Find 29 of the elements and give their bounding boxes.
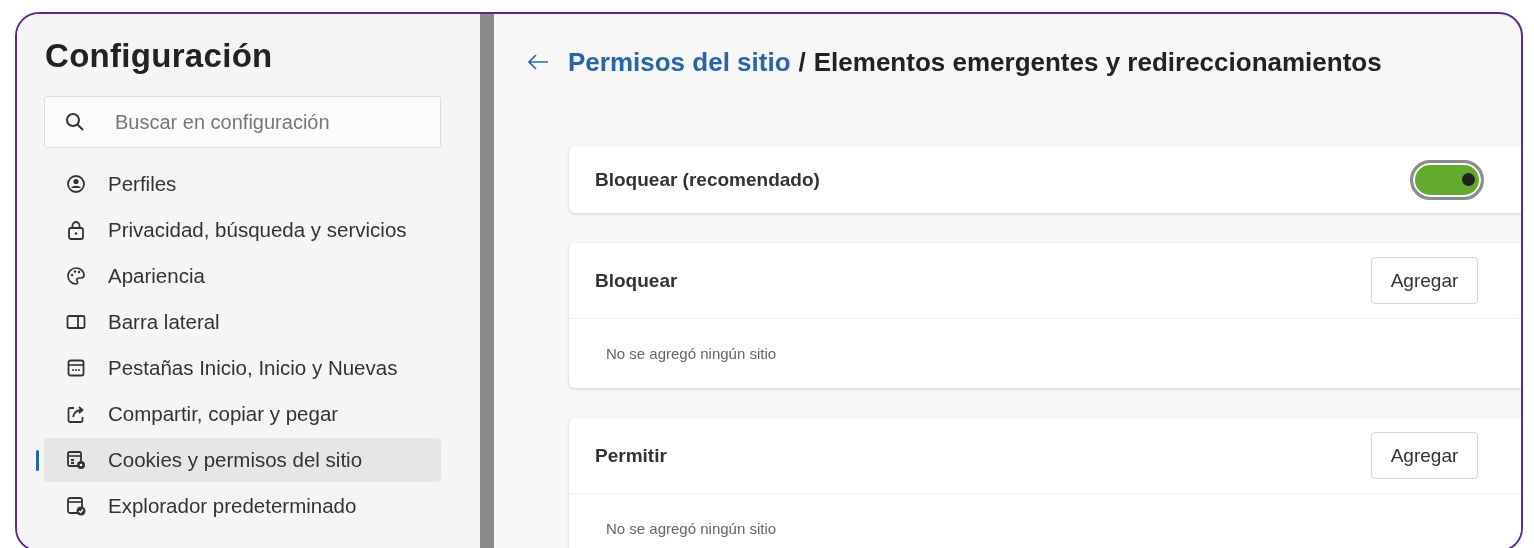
sidebar-item[interactable]: Apariencia <box>44 254 441 298</box>
empty-list-text: No se agregó ningún sitio <box>606 520 777 537</box>
sidebar-item[interactable]: Compartir, copiar y pegar <box>44 392 441 436</box>
sidebar-item[interactable]: Pestañas Inicio, Inicio y Nuevas <box>44 346 441 390</box>
sidebar-item[interactable]: Perfiles <box>44 162 441 206</box>
add-button[interactable]: Agregar <box>1371 257 1478 304</box>
tabs-icon <box>65 357 87 379</box>
page-title: Elementos emergentes y redireccionamientos <box>813 46 1382 78</box>
sidebar-item[interactable]: Barra lateral <box>44 300 441 344</box>
setting-label: Bloquear (recomendado) <box>595 168 820 191</box>
empty-list-text: No se agregó ningún sitio <box>606 345 777 362</box>
sidebar-item[interactable]: Privacidad, búsqueda y servicios <box>44 208 441 252</box>
cookies-icon <box>65 449 87 471</box>
add-button[interactable]: Agregar <box>1371 432 1478 479</box>
back-arrow-icon[interactable] <box>526 52 550 72</box>
breadcrumb-separator: / <box>798 46 806 78</box>
search-icon <box>64 111 86 133</box>
settings-title: Configuración <box>45 36 274 76</box>
breadcrumb-link[interactable]: Permisos del sitio <box>568 46 791 78</box>
list-title: Permitir <box>595 444 667 467</box>
search-field[interactable]: Buscar en configuración <box>44 96 441 148</box>
sidebar-item[interactable]: Explorador predeterminado <box>44 484 441 528</box>
toggle-switch[interactable] <box>1410 159 1484 200</box>
profile-icon <box>65 173 87 195</box>
list-title: Bloquear <box>595 269 678 292</box>
lock-icon <box>65 219 87 241</box>
selection-indicator <box>36 450 39 471</box>
palette-icon <box>65 265 87 287</box>
browser-icon <box>65 495 87 517</box>
